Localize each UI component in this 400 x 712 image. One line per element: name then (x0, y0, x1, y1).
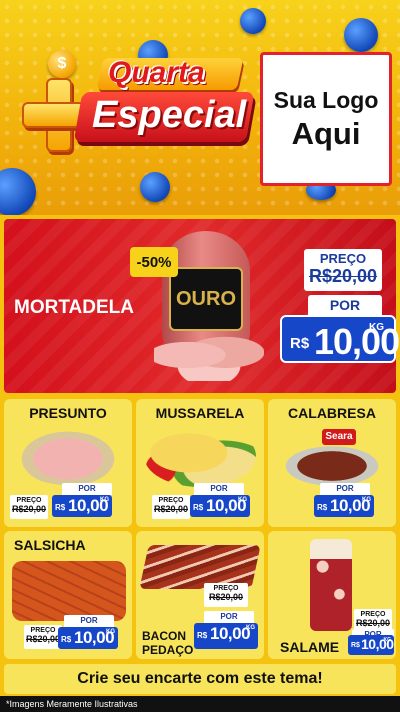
hero-old-price: R$20,00 (308, 266, 378, 286)
mussarela-image (144, 425, 256, 487)
unit: KG (238, 497, 247, 503)
price-tag: R$ 10,00 KG (314, 495, 374, 517)
por-label: POR (194, 483, 244, 495)
unit: KG (362, 497, 371, 503)
product-card-salsicha[interactable]: SALSICHA PREÇO R$20,00 POR R$ 10,00 KG (4, 531, 132, 659)
coin-icon (0, 168, 36, 215)
old-price: R$20,00 (25, 634, 61, 644)
logo-placeholder[interactable]: Sua Logo Aqui (260, 52, 392, 186)
currency: R$ (193, 503, 204, 512)
mortadela-slices-image (154, 329, 264, 381)
price-tag: R$ 10,00 KG (194, 623, 258, 649)
currency: R$ (197, 631, 208, 640)
hero-preco-label: PREÇO (319, 251, 367, 266)
product-card-mussarela[interactable]: MUSSARELA PREÇO R$20,00 POR R$ 10,00 KG (136, 399, 264, 527)
product-name-line1: BACON (142, 629, 186, 643)
price-tag: R$ 10,00 KG (58, 627, 118, 649)
presunto-image (14, 427, 122, 485)
old-price: R$20,00 (11, 504, 47, 514)
old-price: R$20,00 (355, 618, 391, 628)
unit: KG (383, 637, 392, 643)
product-name: MUSSARELA (155, 405, 245, 421)
salsicha-image (12, 561, 126, 621)
product-name: SALAME (280, 639, 340, 655)
old-price-box: PREÇO R$20,00 (24, 625, 62, 649)
title-especial: Especial (92, 94, 247, 136)
por-label: POR (62, 483, 112, 495)
product-name: CALABRESA (288, 405, 376, 421)
hero-currency: R$ (290, 335, 310, 352)
old-price-box: PREÇO R$20,00 (204, 583, 248, 607)
old-price: R$20,00 (153, 504, 189, 514)
product-card-bacon[interactable]: PREÇO R$20,00 POR R$ 10,00 KG BACON PEDA… (136, 531, 264, 659)
currency: R$ (351, 642, 360, 649)
mortadela-brand-label: OURO (169, 267, 243, 331)
currency: R$ (55, 503, 66, 512)
preco-label: PREÇO (158, 497, 184, 504)
unit: KG (246, 625, 255, 631)
preco-label: PREÇO (16, 497, 42, 504)
price: 10,00 (210, 624, 251, 643)
product-card-presunto[interactable]: PRESUNTO PREÇO R$20,00 POR R$ 10,00 KG (4, 399, 132, 527)
product-card-calabresa[interactable]: CALABRESA Seara POR R$ 10,00 KG (268, 399, 396, 527)
price-tag: R$ 10,00 KG (52, 495, 112, 517)
currency: R$ (61, 635, 72, 644)
header-banner: $ Quarta Especial Sua Logo Aqui (0, 0, 400, 215)
hero-product-name: MORTADELA (14, 297, 134, 318)
product-name-line2: PEDAÇO (142, 643, 194, 657)
unit: KG (106, 629, 115, 635)
hero-price: 10,00 (314, 321, 400, 362)
old-price-box: PREÇO R$20,00 (10, 495, 48, 519)
product-name: SALSICHA (14, 537, 86, 553)
hero-old-price-box: PREÇO R$20,00 (304, 249, 382, 291)
unit: KG (100, 497, 109, 503)
old-price-box: PREÇO R$20,00 (152, 495, 190, 519)
preco-label: PREÇO (213, 585, 239, 592)
hero-por-label: POR (308, 295, 382, 315)
hero-offer[interactable]: MORTADELA OURO -50% PREÇO R$20,00 POR R$… (4, 219, 400, 393)
old-price: R$20,00 (208, 592, 244, 602)
product-card-salame[interactable]: PREÇO R$20,00 POR R$ 10,00 KG SALAME (268, 531, 396, 659)
coin-icon (140, 172, 170, 202)
hero-unit: KG (369, 322, 384, 333)
coin-icon: $ (48, 50, 76, 78)
por-label: POR (320, 483, 370, 495)
cta-banner[interactable]: Crie seu encarte com este tema! (4, 664, 396, 694)
preco-label: PREÇO (360, 611, 386, 618)
logo-text-line1: Sua Logo (273, 86, 379, 113)
product-name: BACON PEDAÇO (142, 629, 193, 657)
disclaimer-text: *Imagens Meramente Ilustrativas (0, 696, 400, 712)
discount-badge: -50% (130, 247, 178, 277)
title-quarta: Quarta (108, 56, 205, 89)
coin-icon (240, 8, 266, 34)
hero-price-tag: R$ 10,00 KG (280, 315, 400, 363)
price-tag: R$ 10,00 KG (190, 495, 250, 517)
logo-text-line2: Aqui (291, 115, 361, 151)
currency: R$ (317, 503, 328, 512)
por-label: POR (64, 615, 114, 627)
por-label: POR (204, 611, 254, 623)
preco-label: PREÇO (30, 627, 56, 634)
product-name: PRESUNTO (29, 405, 107, 421)
price-tag: R$ 10,00 KG (348, 635, 394, 655)
coin-icon (344, 18, 378, 52)
salame-image (310, 539, 352, 631)
